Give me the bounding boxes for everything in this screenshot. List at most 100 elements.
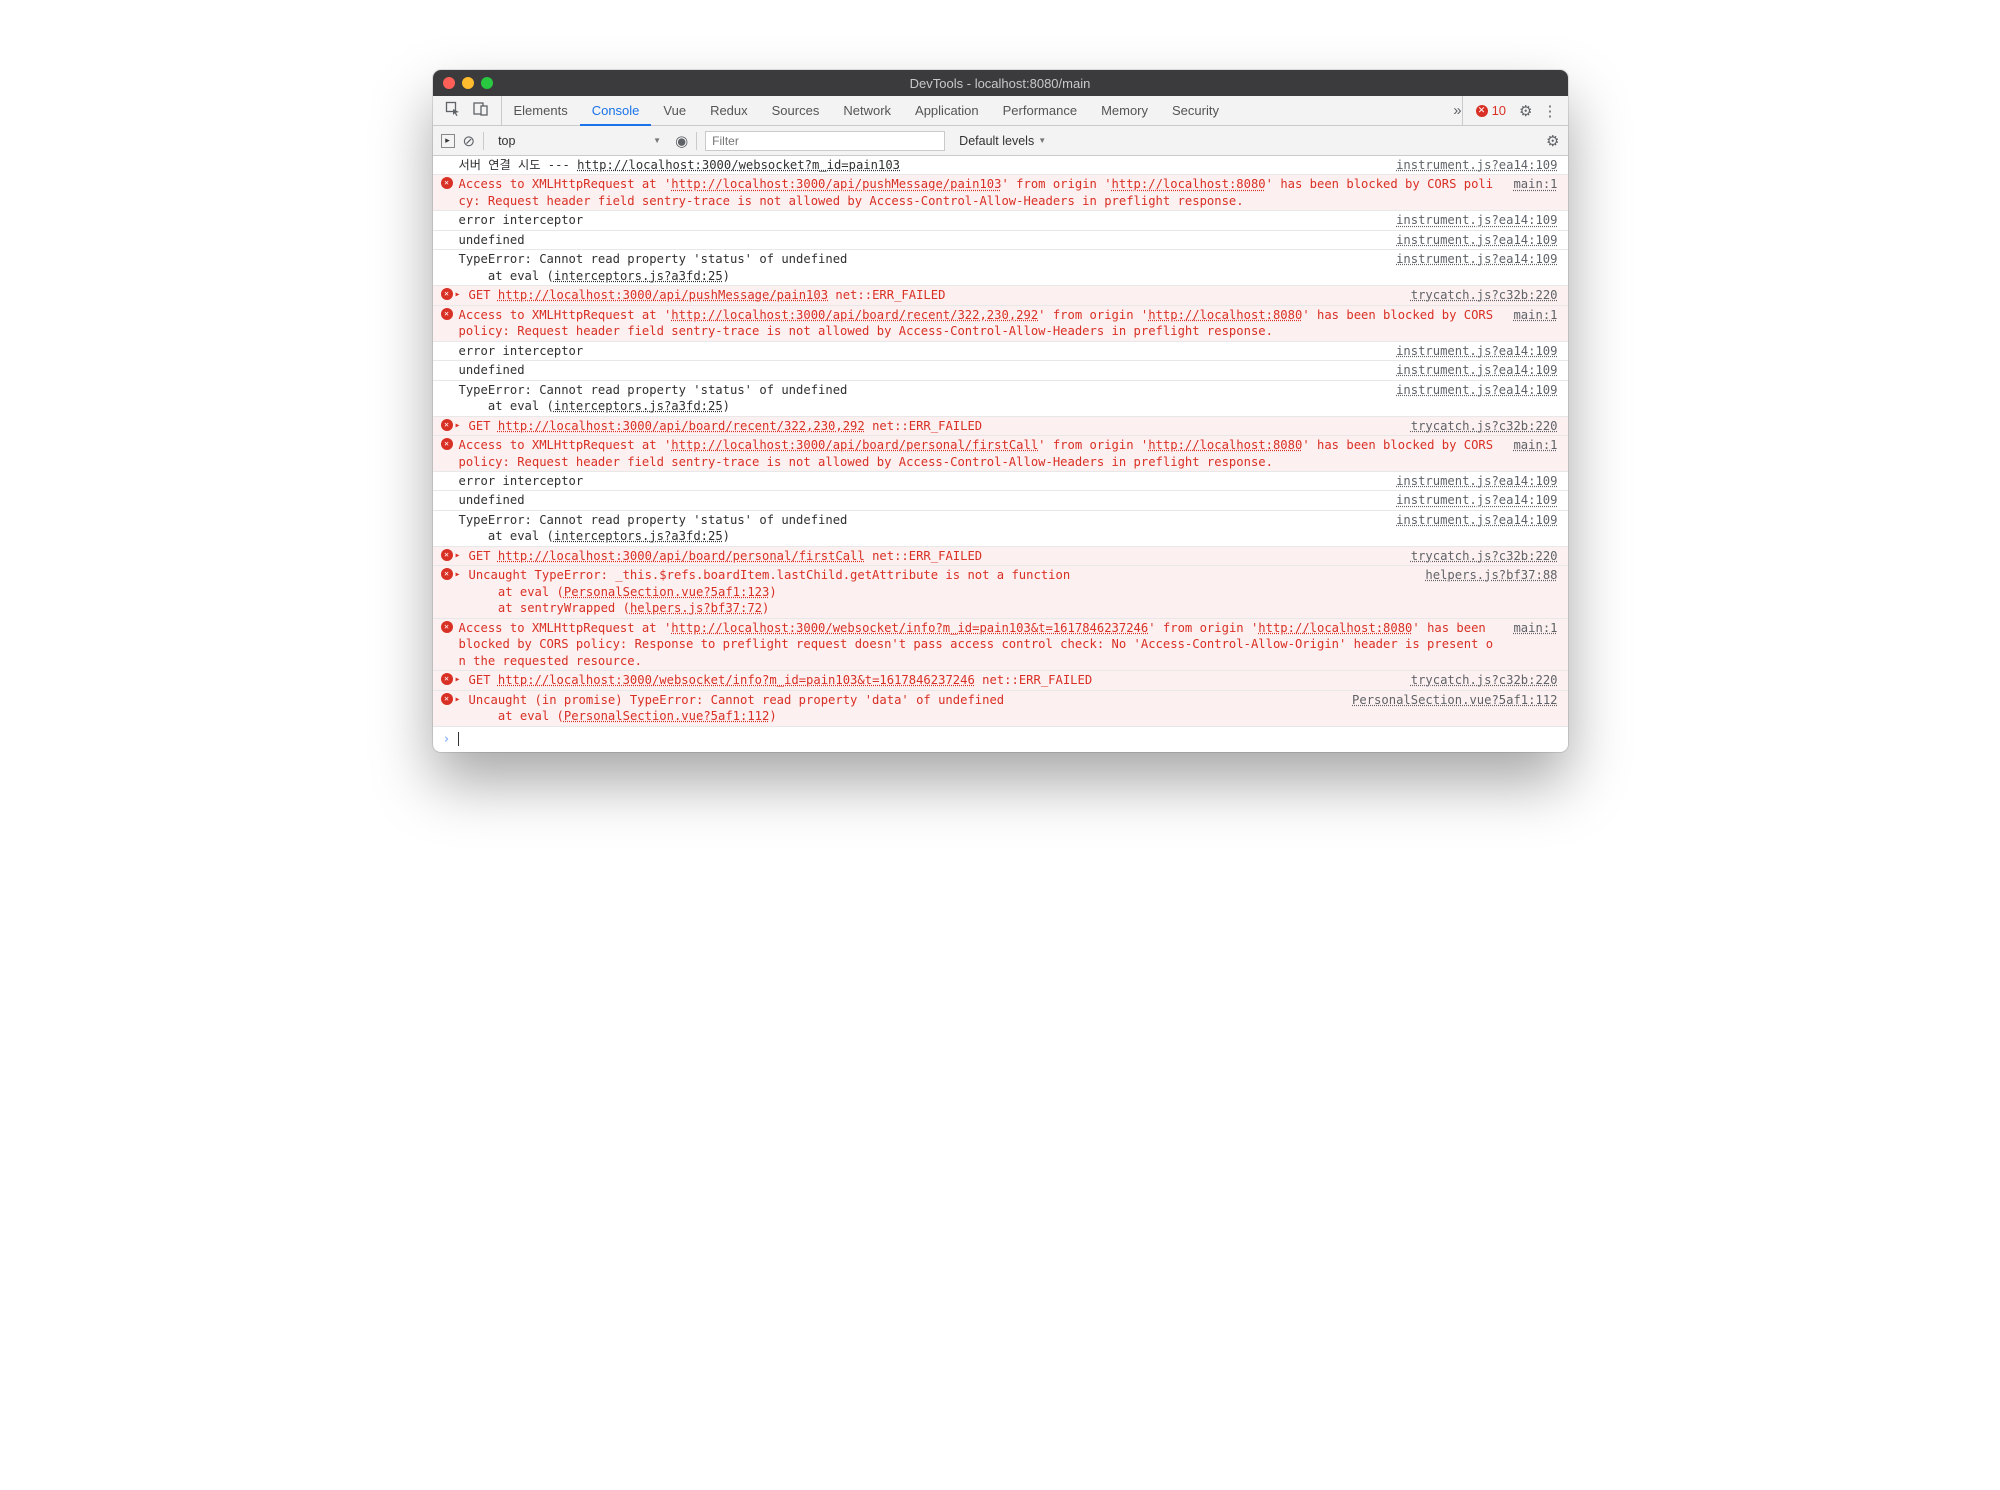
message-link[interactable]: http://localhost:3000/websocket/info?m_i… (671, 621, 1148, 635)
message-link[interactable]: http://localhost:3000/api/board/personal… (498, 549, 865, 563)
source-link[interactable]: instrument.js?ea14:109 (1376, 212, 1557, 228)
source-link[interactable]: instrument.js?ea14:109 (1376, 473, 1557, 489)
source-link[interactable]: instrument.js?ea14:109 (1376, 362, 1557, 378)
console-message[interactable]: GET http://localhost:3000/api/pushMessag… (433, 285, 1568, 304)
console-settings-icon[interactable]: ⚙ (1546, 132, 1559, 150)
message-text: GET http://localhost:3000/api/pushMessag… (469, 287, 1391, 303)
console-message[interactable]: undefinedinstrument.js?ea14:109 (433, 230, 1568, 249)
message-link[interactable]: http://localhost:8080 (1112, 177, 1266, 191)
clear-console-button[interactable]: ⊘ (463, 132, 476, 150)
live-expression-button[interactable]: ◉ (675, 132, 688, 150)
console-message[interactable]: Access to XMLHttpRequest at 'http://loca… (433, 305, 1568, 341)
message-link[interactable]: http://localhost:3000/api/pushMessage/pa… (671, 177, 1001, 191)
source-link[interactable]: instrument.js?ea14:109 (1376, 251, 1557, 284)
maximize-window-button[interactable] (481, 77, 493, 89)
console-message[interactable]: undefinedinstrument.js?ea14:109 (433, 490, 1568, 509)
message-link[interactable]: http://localhost:3000/api/board/recent/3… (671, 308, 1038, 322)
console-message[interactable]: Uncaught (in promise) TypeError: Cannot … (433, 690, 1568, 726)
tab-redux[interactable]: Redux (698, 96, 760, 125)
source-link[interactable]: instrument.js?ea14:109 (1376, 512, 1557, 545)
context-selector[interactable]: top ▼ (492, 134, 667, 148)
show-console-sidebar-button[interactable]: ▸ (441, 134, 455, 148)
source-link[interactable]: main:1 (1493, 437, 1557, 470)
message-link[interactable]: interceptors.js?a3fd:25 (554, 529, 723, 543)
message-text: undefined (459, 492, 1377, 508)
console-output[interactable]: 서버 연결 시도 --- http://localhost:3000/webso… (433, 156, 1568, 752)
source-link[interactable]: instrument.js?ea14:109 (1376, 232, 1557, 248)
source-link[interactable]: instrument.js?ea14:109 (1376, 343, 1557, 359)
console-message[interactable]: error interceptorinstrument.js?ea14:109 (433, 471, 1568, 490)
filter-input[interactable] (705, 131, 945, 151)
message-link[interactable]: http://localhost:8080 (1258, 621, 1412, 635)
tab-console[interactable]: Console (580, 96, 652, 126)
message-text: Access to XMLHttpRequest at 'http://loca… (459, 437, 1494, 470)
more-menu-icon[interactable]: ⋮ (1543, 102, 1558, 120)
message-text: GET http://localhost:3000/api/board/pers… (469, 548, 1391, 564)
message-link[interactable]: interceptors.js?a3fd:25 (554, 269, 723, 283)
console-message[interactable]: error interceptorinstrument.js?ea14:109 (433, 341, 1568, 360)
more-tabs-icon[interactable]: » (1453, 102, 1461, 119)
settings-icon[interactable]: ⚙ (1519, 102, 1532, 120)
message-link[interactable]: interceptors.js?a3fd:25 (554, 399, 723, 413)
source-link[interactable]: helpers.js?bf37:88 (1405, 567, 1557, 616)
console-message[interactable]: Access to XMLHttpRequest at 'http://loca… (433, 174, 1568, 210)
message-link[interactable]: http://localhost:3000/api/pushMessage/pa… (498, 288, 828, 302)
source-link[interactable]: trycatch.js?c32b:220 (1391, 548, 1558, 564)
inspect-element-icon[interactable] (445, 101, 461, 120)
titlebar: DevTools - localhost:8080/main (433, 70, 1568, 96)
tab-application[interactable]: Application (903, 96, 991, 125)
console-message[interactable]: 서버 연결 시도 --- http://localhost:3000/webso… (433, 156, 1568, 174)
source-link[interactable]: instrument.js?ea14:109 (1376, 382, 1557, 415)
console-message[interactable]: GET http://localhost:3000/api/board/pers… (433, 546, 1568, 565)
message-link[interactable]: http://localhost:3000/websocket/info?m_i… (498, 673, 975, 687)
tab-vue[interactable]: Vue (651, 96, 698, 125)
message-link[interactable]: PersonalSection.vue?5af1:112 (564, 709, 769, 723)
close-window-button[interactable] (443, 77, 455, 89)
message-link[interactable]: http://localhost:3000/websocket?m_id=pai… (577, 158, 900, 172)
source-link[interactable]: instrument.js?ea14:109 (1376, 157, 1557, 173)
source-link[interactable]: trycatch.js?c32b:220 (1391, 672, 1558, 688)
console-message[interactable]: TypeError: Cannot read property 'status'… (433, 249, 1568, 285)
message-link[interactable]: http://localhost:3000/api/board/personal… (671, 438, 1038, 452)
message-text: undefined (459, 232, 1377, 248)
device-toolbar-icon[interactable] (473, 101, 489, 120)
tab-performance[interactable]: Performance (991, 96, 1089, 125)
console-message[interactable]: undefinedinstrument.js?ea14:109 (433, 360, 1568, 379)
error-icon: ✕ (1476, 105, 1488, 117)
message-link[interactable]: http://localhost:8080 (1148, 308, 1302, 322)
message-text: Uncaught TypeError: _this.$refs.boardIte… (469, 567, 1406, 616)
console-message[interactable]: GET http://localhost:3000/websocket/info… (433, 670, 1568, 689)
console-toolbar: ▸ ⊘ top ▼ ◉ Default levels ▼ ⚙ (433, 126, 1568, 156)
tab-security[interactable]: Security (1160, 96, 1231, 125)
source-link[interactable]: main:1 (1493, 307, 1557, 340)
console-prompt[interactable]: › (433, 726, 1568, 753)
message-text: TypeError: Cannot read property 'status'… (459, 512, 1377, 545)
tab-elements[interactable]: Elements (502, 96, 580, 125)
console-message[interactable]: Uncaught TypeError: _this.$refs.boardIte… (433, 565, 1568, 617)
message-link[interactable]: http://localhost:3000/api/board/recent/3… (498, 419, 865, 433)
source-link[interactable]: PersonalSection.vue?5af1:112 (1332, 692, 1557, 725)
message-link[interactable]: helpers.js?bf37:72 (630, 601, 762, 615)
window-title: DevTools - localhost:8080/main (910, 76, 1091, 91)
error-count-badge[interactable]: ✕ 10 (1473, 103, 1509, 118)
prompt-chevron-icon: › (443, 731, 451, 749)
message-link[interactable]: http://localhost:8080 (1148, 438, 1302, 452)
console-message[interactable]: Access to XMLHttpRequest at 'http://loca… (433, 618, 1568, 670)
source-link[interactable]: instrument.js?ea14:109 (1376, 492, 1557, 508)
log-levels-selector[interactable]: Default levels ▼ (953, 134, 1046, 148)
console-message[interactable]: Access to XMLHttpRequest at 'http://loca… (433, 435, 1568, 471)
tab-network[interactable]: Network (831, 96, 903, 125)
message-text: GET http://localhost:3000/websocket/info… (469, 672, 1391, 688)
console-message[interactable]: GET http://localhost:3000/api/board/rece… (433, 416, 1568, 435)
source-link[interactable]: trycatch.js?c32b:220 (1391, 418, 1558, 434)
source-link[interactable]: main:1 (1493, 620, 1557, 669)
tab-memory[interactable]: Memory (1089, 96, 1160, 125)
tab-sources[interactable]: Sources (760, 96, 832, 125)
minimize-window-button[interactable] (462, 77, 474, 89)
source-link[interactable]: main:1 (1493, 176, 1557, 209)
console-message[interactable]: TypeError: Cannot read property 'status'… (433, 380, 1568, 416)
source-link[interactable]: trycatch.js?c32b:220 (1391, 287, 1558, 303)
console-message[interactable]: TypeError: Cannot read property 'status'… (433, 510, 1568, 546)
console-message[interactable]: error interceptorinstrument.js?ea14:109 (433, 210, 1568, 229)
message-link[interactable]: PersonalSection.vue?5af1:123 (564, 585, 769, 599)
